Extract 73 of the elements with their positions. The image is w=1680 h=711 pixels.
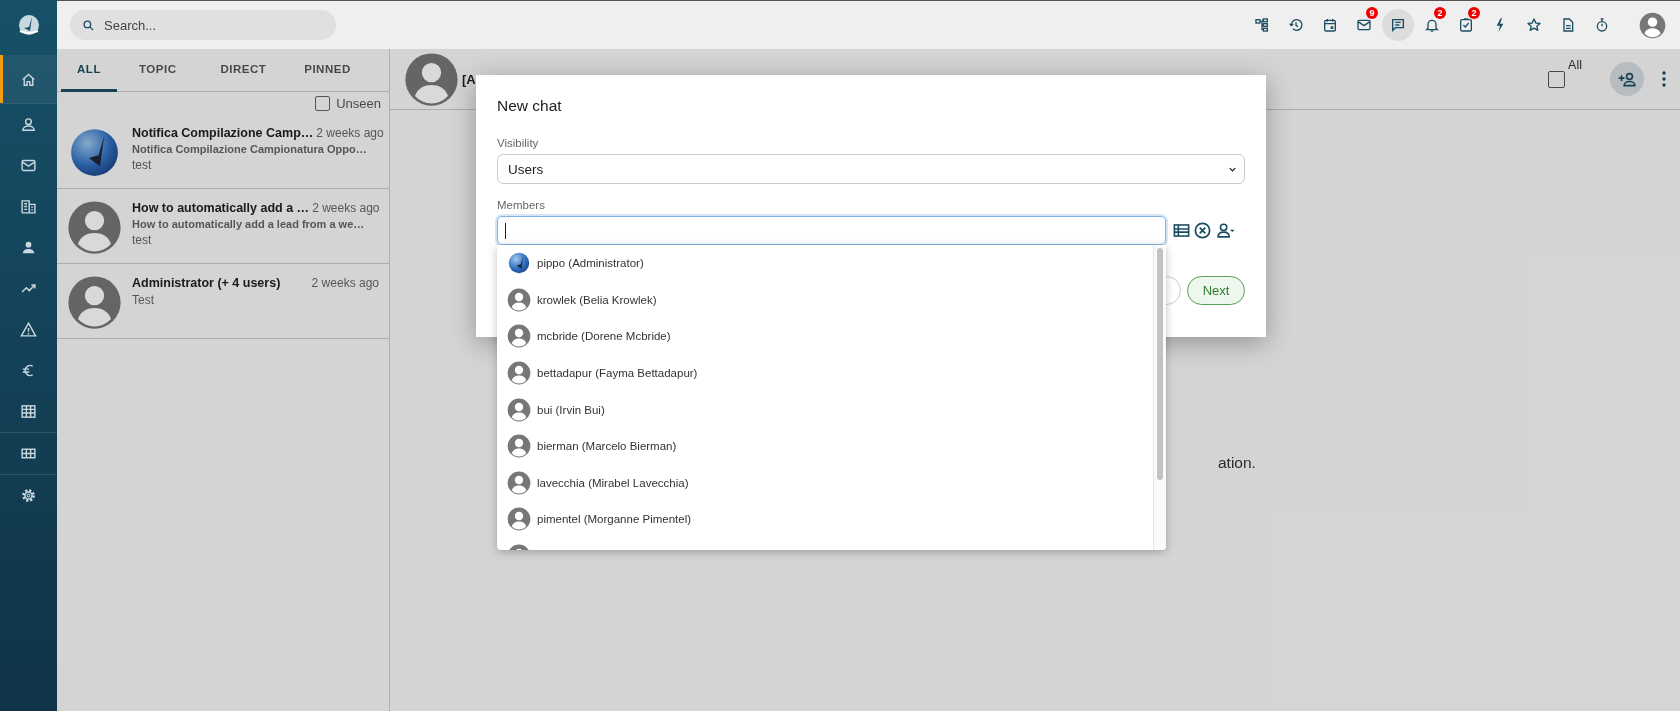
visibility-select[interactable]: Users <box>497 154 1245 184</box>
stopwatch-icon <box>1594 17 1610 33</box>
filter-tab[interactable]: PINNED <box>288 49 367 92</box>
next-button[interactable]: Next <box>1187 276 1245 305</box>
filter-tab[interactable]: TOPIC <box>117 49 199 92</box>
search-icon <box>82 18 95 32</box>
clear-icon <box>1193 221 1212 240</box>
members-input[interactable] <box>497 216 1166 245</box>
toolbar-button[interactable]: 9 <box>1348 9 1380 41</box>
checkbox-label: Unseen <box>336 95 381 111</box>
member-option[interactable]: pimentel (Morganne Pimentel) <box>497 501 1153 538</box>
list-icon <box>1172 221 1191 240</box>
chat-preview: How to automatically add a lead from a we… <box>132 218 366 230</box>
search-field[interactable]: Search... <box>70 10 336 40</box>
body-text: ation. <box>1218 454 1256 471</box>
chat-time: 2 weeks ago <box>312 201 380 215</box>
chat-title: Administrator (+ 4 users) <box>132 276 281 290</box>
conversation-title: [A <box>462 71 476 87</box>
count-badge: 9 <box>1366 7 1378 19</box>
user-avatar-icon[interactable] <box>1639 11 1666 39</box>
settings-icon <box>20 487 37 504</box>
filter-tab[interactable]: ALL <box>61 49 117 92</box>
scrollbar[interactable] <box>1153 245 1166 550</box>
member-option[interactable]: krowlek (Belia Krowlek) <box>497 281 1153 319</box>
chat-icon <box>1390 17 1406 33</box>
add-member-button[interactable] <box>1610 62 1644 96</box>
member-option[interactable]: bettadapur (Fayma Bettadapur) <box>497 354 1153 392</box>
field-label: Visibility <box>497 137 540 149</box>
unseen-checkbox[interactable] <box>315 95 331 111</box>
member-option[interactable]: bui (Irvin Bui) <box>497 391 1153 428</box>
nav-item[interactable] <box>0 55 57 103</box>
field-label: Members <box>497 199 546 211</box>
filter-tab[interactable]: DIRECT <box>198 49 289 92</box>
checkbox-label: All <box>1568 58 1582 72</box>
mail-icon <box>20 157 37 174</box>
chat-subtitle: Test <box>132 293 155 307</box>
star-icon <box>1526 17 1542 33</box>
more-icon[interactable] <box>1662 71 1666 87</box>
person-icon <box>20 239 37 256</box>
chat-subtitle: test <box>132 158 153 172</box>
toolbar-button[interactable] <box>1382 9 1414 41</box>
hierarchy-icon <box>1254 17 1270 33</box>
calendar-icon <box>1322 17 1338 33</box>
chat-preview: Notifica Compilazione Campionatura Oppo… <box>132 143 368 155</box>
count-badge: 2 <box>1468 7 1480 19</box>
member-option[interactable]: pippo (Administrator) <box>497 245 1153 282</box>
bell-icon <box>1424 17 1440 33</box>
chat-item[interactable]: How to automatically add a … 2 weeks ago How to automatically add a lead from a we… test <box>57 189 389 264</box>
chat-time: 2 weeks ago <box>311 276 379 290</box>
member-option[interactable]: lavecchia (Mirabel Lavecchia) <box>497 464 1153 502</box>
toolbar-button[interactable]: 2 <box>1416 9 1448 41</box>
member-option[interactable]: mcbride (Dorene Mcbride) <box>497 318 1153 355</box>
dialog-title: New chat <box>497 97 563 115</box>
logo-icon <box>16 12 41 37</box>
chat-title: Notifica Compilazione Camp… <box>132 126 314 140</box>
checklist-icon <box>1458 17 1474 33</box>
chat-subtitle: test <box>132 233 153 247</box>
mail-icon <box>1356 17 1372 33</box>
select-all-checkbox[interactable] <box>1548 70 1566 88</box>
chat-item[interactable]: Administrator (+ 4 users) 2 weeks ago Test <box>57 264 389 339</box>
toolbar-button[interactable]: 2 <box>1450 9 1482 41</box>
search-placeholder: Search... <box>104 17 157 33</box>
chat-item[interactable]: Notifica Compilazione Camp… 2 weeks ago Notifica Compilazione Campionatura Oppo… test <box>57 114 389 189</box>
chat-time: 2 weeks ago <box>316 126 384 140</box>
document-icon <box>1560 17 1576 33</box>
count-badge: 2 <box>1434 7 1446 19</box>
member-option[interactable]: bierman (Marcelo Bierman) <box>497 427 1153 465</box>
building-icon <box>20 198 37 215</box>
chat-title: How to automatically add a … <box>132 201 310 215</box>
table-icon <box>20 403 37 420</box>
warning-icon <box>20 321 37 338</box>
history-icon <box>1288 17 1304 33</box>
person-icon <box>20 116 37 133</box>
